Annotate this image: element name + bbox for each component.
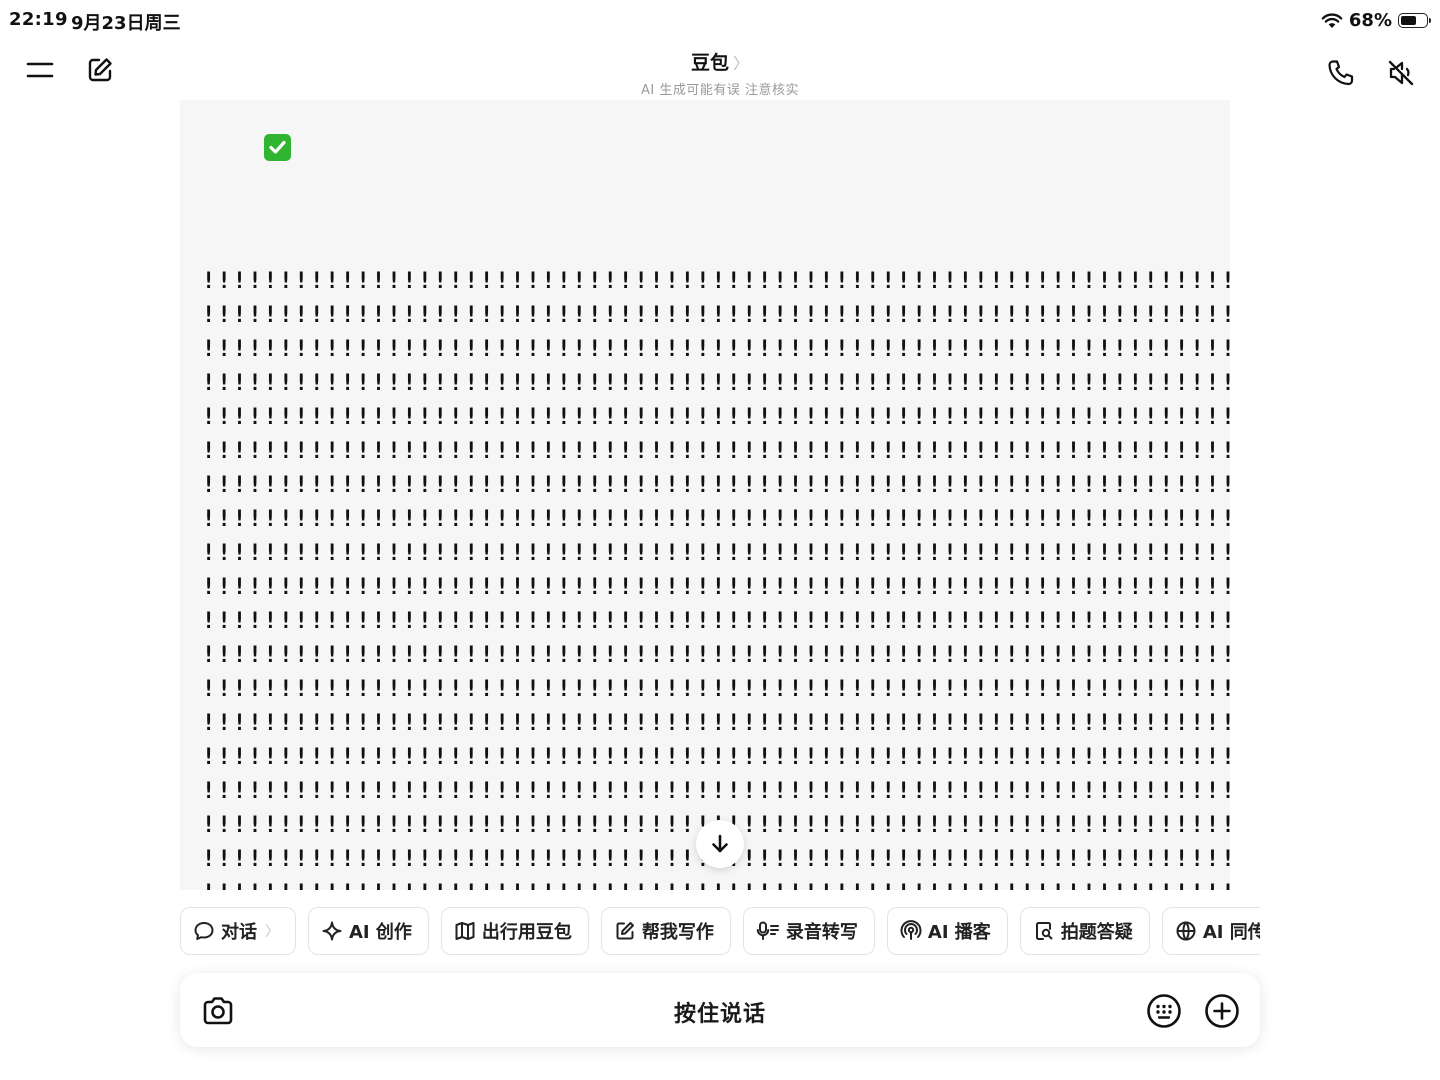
chip-label: 出行用豆包 <box>481 922 572 943</box>
message-area[interactable]: !!!!!!!!!!!!!!!!!!!!!!!!!!!!!!!!!!!!!!!!… <box>180 100 1230 890</box>
mic-transcribe-icon <box>756 921 779 940</box>
battery-fill <box>1401 16 1416 25</box>
plus-circle-icon <box>1205 994 1239 1028</box>
mute-button[interactable] <box>1384 56 1418 90</box>
message-first-line: !!!!!!!!!!!!!!!!!!!!!!!!!!!!!!!!!!!!!!!!… <box>202 269 1230 294</box>
chip-travel[interactable]: 出行用豆包 <box>440 907 589 955</box>
check-mark-icon <box>263 134 291 161</box>
page-title[interactable]: 豆包 〉 <box>691 48 749 75</box>
chip-label: AI 同传 <box>1202 922 1260 943</box>
photo-search-icon <box>1035 922 1053 940</box>
chip-ai-create[interactable]: AI 创作 <box>308 907 429 955</box>
chip-podcast[interactable]: AI 播客 <box>886 907 1008 955</box>
page-subtitle: AI 生成可能有误 注意核实 <box>641 83 799 98</box>
chat-bubble-icon <box>194 922 214 940</box>
header: 豆包 〉 AI 生成可能有误 注意核实 <box>0 44 1440 100</box>
chip-label: 帮我写作 <box>641 922 714 943</box>
chevron-right-icon: 〉 <box>733 53 750 73</box>
battery-icon <box>1398 13 1431 28</box>
hold-to-talk-button[interactable]: 按住说话 <box>180 996 1260 1028</box>
map-icon <box>455 922 475 940</box>
chip-writing[interactable]: 帮我写作 <box>600 907 731 955</box>
chip-transcribe[interactable]: 录音转写 <box>742 907 875 955</box>
chip-chat[interactable]: 对话 〉 <box>180 907 296 955</box>
chip-label: 对话 <box>221 922 257 943</box>
add-button[interactable] <box>1202 991 1242 1031</box>
globe-icon <box>1176 921 1196 941</box>
arrow-down-icon <box>712 834 728 853</box>
chip-label: 录音转写 <box>785 922 858 943</box>
call-button[interactable] <box>1324 56 1358 90</box>
chip-label: 拍题答疑 <box>1060 922 1133 943</box>
battery-percent: 68% <box>1348 10 1392 31</box>
speaker-muted-icon <box>1388 60 1414 86</box>
wifi-icon <box>1321 13 1343 28</box>
header-title-group[interactable]: 豆包 〉 AI 生成可能有误 注意核实 <box>0 48 1440 98</box>
chip-photo-qa[interactable]: 拍题答疑 <box>1019 907 1150 955</box>
status-right: 68% <box>1321 10 1431 31</box>
assistant-message: !!!!!!!!!!!!!!!!!!!!!!!!!!!!!!!!!!!!!!!!… <box>202 100 1230 890</box>
chip-label: AI 创作 <box>349 922 412 943</box>
keyboard-icon <box>1147 994 1181 1028</box>
status-date: 9月23日周三 <box>71 13 181 34</box>
chip-label: AI 播客 <box>927 922 991 943</box>
scroll-to-bottom-button[interactable] <box>696 820 744 868</box>
chip-interpret[interactable]: AI 同传 <box>1161 907 1260 955</box>
status-bar: 22:19 9月23日周三 68% <box>0 0 1440 42</box>
edit-icon <box>616 922 634 940</box>
phone-icon <box>1328 60 1354 86</box>
input-bar: 按住说话 <box>180 973 1260 1047</box>
podcast-icon <box>900 920 922 940</box>
sparkle-icon <box>322 921 342 941</box>
status-time: 22:19 <box>9 9 68 30</box>
chevron-right-icon: 〉 <box>265 924 279 940</box>
quick-actions: 对话 〉 AI 创作 出行用豆包 帮我写作 录音转写 AI 播客 拍题答疑 AI… <box>180 907 1260 957</box>
message-lines: !!!!!!!!!!!!!!!!!!!!!!!!!!!!!!!!!!!!!!!!… <box>202 303 1230 890</box>
keyboard-button[interactable] <box>1144 991 1184 1031</box>
page-title-text: 豆包 <box>690 52 729 74</box>
